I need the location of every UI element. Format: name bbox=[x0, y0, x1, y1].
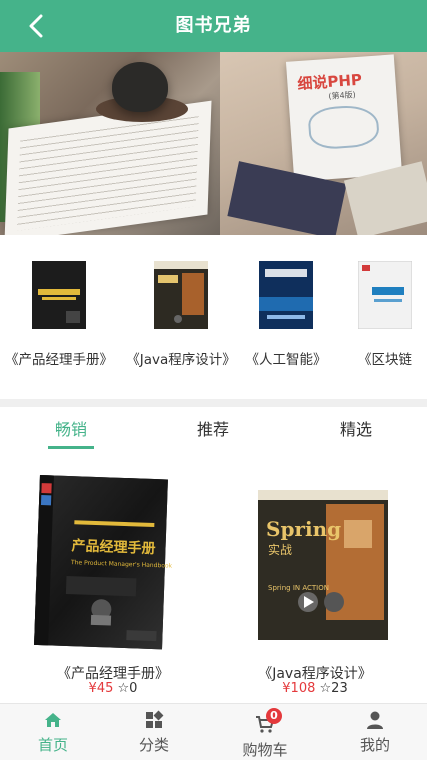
book-cover-spring bbox=[154, 261, 208, 329]
cover-title: 产品经理手册 bbox=[71, 537, 156, 557]
tabbar-label: 购物车 bbox=[242, 741, 288, 759]
elephant-illustration bbox=[307, 103, 381, 151]
php-book-edition: (第4版) bbox=[328, 90, 357, 102]
tab-label: 推荐 bbox=[196, 420, 229, 439]
featured-book-item[interactable]: 《人工智能》 bbox=[231, 235, 341, 385]
product-card[interactable]: Spring 实战 Spring IN ACTION 《Java程序设计》 ¥1… bbox=[220, 470, 410, 700]
tabbar-label: 首页 bbox=[37, 736, 68, 754]
tab-bestseller[interactable]: 畅销 bbox=[48, 407, 94, 455]
tabbar-label: 分类 bbox=[138, 736, 169, 754]
product-stars: ☆0 bbox=[117, 681, 138, 696]
tab-recommend[interactable]: 推荐 bbox=[190, 407, 236, 455]
banner-carousel[interactable]: 细说PHP (第4版) bbox=[0, 52, 427, 235]
cover-title: Spring bbox=[266, 517, 341, 541]
product-card[interactable]: 产品经理手册 The Product Manager's Handbook 《产… bbox=[18, 470, 208, 700]
book-cover-ai bbox=[259, 261, 313, 329]
banner-image-reading[interactable] bbox=[0, 52, 220, 235]
php-book-cover: 细说PHP (第4版) bbox=[285, 54, 403, 182]
cover-english: Spring IN ACTION bbox=[268, 584, 329, 592]
home-icon bbox=[45, 713, 61, 727]
tabbar-item-profile[interactable]: 我的 bbox=[322, 704, 427, 761]
featured-book-item[interactable]: 《Java程序设计》 bbox=[126, 235, 236, 385]
product-name: 《Java程序设计》 bbox=[258, 666, 372, 682]
featured-book-item[interactable]: 《区块链 bbox=[330, 235, 427, 385]
featured-book-label: 《产品经理手册》 bbox=[5, 352, 113, 368]
product-meta: ¥108 ☆23 bbox=[220, 681, 410, 696]
product-name: 《产品经理手册》 bbox=[57, 666, 169, 682]
tab-selected[interactable]: 精选 bbox=[333, 407, 379, 455]
featured-book-label: 《区块链 bbox=[358, 352, 412, 368]
tabbar-item-category[interactable]: 分类 bbox=[101, 704, 207, 761]
tabbar-item-cart[interactable]: 购物车 bbox=[212, 704, 318, 761]
featured-book-label: 《人工智能》 bbox=[245, 352, 327, 368]
bottom-tabbar: 首页 分类 购物车 0 我的 bbox=[0, 703, 427, 760]
product-price: ¥108 bbox=[282, 681, 316, 696]
product-meta: ¥45 ☆0 bbox=[18, 681, 208, 696]
teapot-decor bbox=[112, 62, 168, 112]
product-cover-spring: Spring 实战 Spring IN ACTION bbox=[258, 490, 388, 640]
banner-image-php[interactable]: 细说PHP (第4版) bbox=[220, 52, 427, 235]
product-cover-product-manager: 产品经理手册 The Product Manager's Handbook bbox=[34, 475, 173, 650]
app-header: 图书兄弟 bbox=[0, 0, 427, 52]
featured-book-item[interactable]: 《产品经理手册》 bbox=[4, 235, 114, 385]
category-tabs: 畅销 推荐 精选 bbox=[0, 407, 427, 455]
tabbar-item-home[interactable]: 首页 bbox=[0, 704, 106, 761]
page-title: 图书兄弟 bbox=[175, 15, 252, 36]
product-price: ¥45 bbox=[88, 681, 114, 696]
tabbar-label: 我的 bbox=[359, 736, 390, 754]
cover-subtitle: 实战 bbox=[268, 542, 292, 557]
category-icon bbox=[146, 710, 164, 728]
featured-book-label: 《Java程序设计》 bbox=[126, 352, 236, 368]
book-cover-blockchain bbox=[358, 261, 412, 329]
active-tab-indicator bbox=[48, 446, 94, 449]
cart-badge: 0 bbox=[266, 708, 282, 724]
book-cover-product-manager bbox=[32, 261, 86, 329]
section-divider bbox=[0, 399, 427, 407]
tab-label: 精选 bbox=[339, 420, 372, 439]
product-stars: ☆23 bbox=[319, 681, 348, 696]
featured-books: 《产品经理手册》 《Java程序设计》 《人工智能》 《区块链 bbox=[0, 235, 427, 400]
user-icon bbox=[367, 711, 383, 729]
tab-label: 畅销 bbox=[54, 420, 87, 439]
